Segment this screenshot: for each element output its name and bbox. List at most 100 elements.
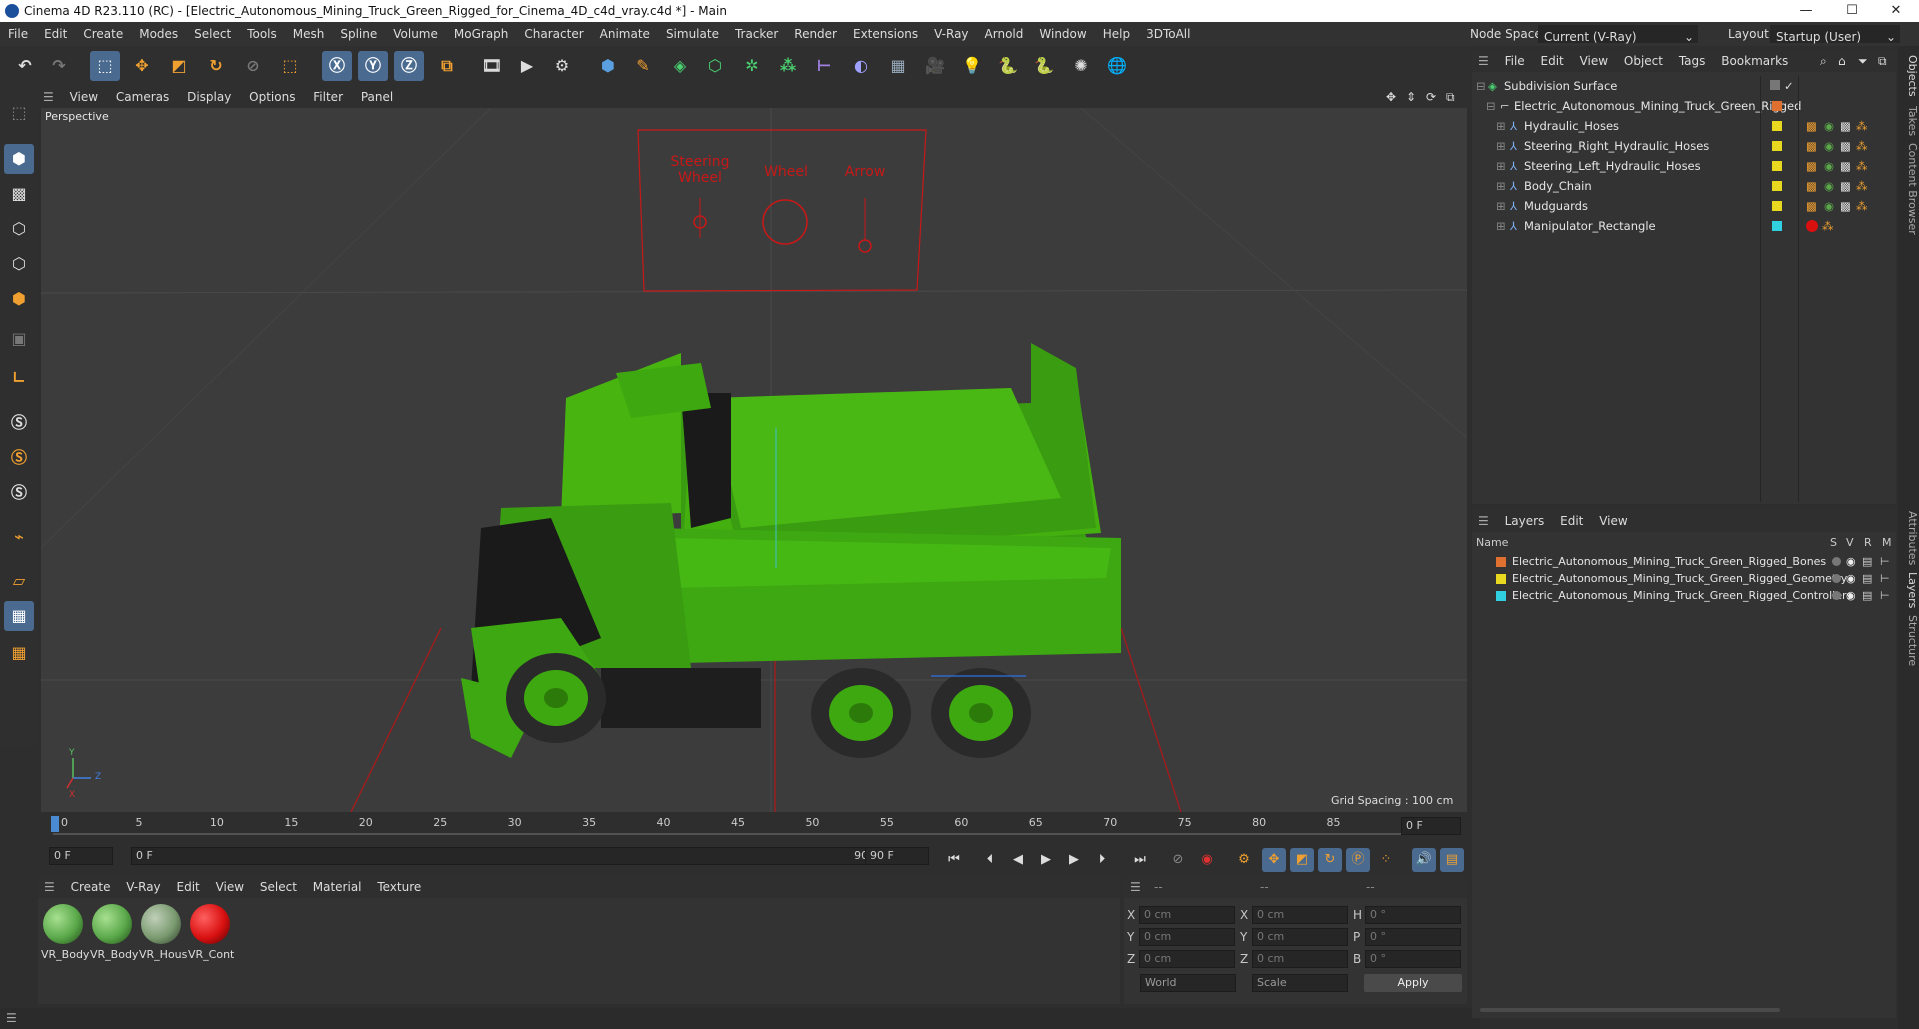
object-menu-edit[interactable]: Edit (1535, 50, 1570, 72)
menu-render[interactable]: Render (786, 22, 845, 46)
solo-column-header[interactable]: S (1830, 536, 1837, 549)
hamburger-icon[interactable]: ☰ (1472, 510, 1495, 532)
hamburger-icon[interactable]: ☰ (6, 1011, 17, 1025)
material-tag-icon[interactable]: ◉ (1824, 176, 1834, 196)
node-space-dropdown[interactable]: Current (V-Ray) ⌄ (1538, 25, 1698, 44)
snap-icon[interactable]: Ⓢ (4, 408, 34, 438)
menu-character[interactable]: Character (516, 22, 591, 46)
previous-key-icon[interactable]: ⏴ (978, 848, 1002, 872)
menu-animate[interactable]: Animate (592, 22, 658, 46)
rot-b-field[interactable]: 0 ° (1365, 950, 1461, 968)
checker-tag-icon[interactable]: ▩ (1840, 196, 1851, 216)
size-y-field[interactable]: 0 cm (1252, 928, 1348, 946)
object-menu-view[interactable]: View (1574, 50, 1614, 72)
autokey-icon[interactable]: ◉ (1195, 848, 1219, 872)
python-generator-icon[interactable]: 🐍 (1029, 51, 1059, 81)
enabled-check-icon[interactable]: ✓ (1784, 76, 1794, 96)
layer-color-swatch[interactable] (1496, 574, 1506, 584)
polygons-mode-icon[interactable]: ⬢ (4, 284, 34, 314)
previous-frame-icon[interactable]: ◀ (1006, 848, 1030, 872)
camera-icon[interactable]: 🎥 (920, 51, 950, 81)
field-icon[interactable]: ◐ (846, 51, 876, 81)
key-scale-icon[interactable]: ◩ (1290, 848, 1314, 872)
coordinate-system-icon[interactable]: ⧉ (432, 51, 462, 81)
pos-z-field[interactable]: 0 cm (1139, 950, 1235, 968)
eye-icon[interactable]: ◉ (1846, 586, 1856, 606)
tag-icon[interactable]: ▩ (1806, 136, 1817, 156)
layer-color-swatch[interactable] (1496, 557, 1506, 567)
menu-edit[interactable]: Edit (36, 22, 75, 46)
go-to-end-icon[interactable]: ⏭ (1128, 848, 1152, 872)
tag-icon[interactable]: ▩ (1806, 156, 1817, 176)
menu-spline[interactable]: Spline (332, 22, 385, 46)
object-menu-file[interactable]: File (1499, 50, 1531, 72)
material-swatch[interactable]: VR_Hous (139, 904, 187, 962)
viewport-menu-view[interactable]: View (63, 86, 105, 108)
viewport-menu-panel[interactable]: Panel (354, 86, 400, 108)
scale-icon[interactable]: ◩ (164, 51, 194, 81)
solo-toggle[interactable] (1832, 557, 1841, 566)
constraint-tag-icon[interactable]: ⁂ (1856, 156, 1868, 176)
edges-mode-icon[interactable]: ⬡ (4, 249, 34, 279)
key-parameter-icon[interactable]: Ⓟ (1346, 848, 1370, 872)
render-icon[interactable]: ▤ (1862, 586, 1872, 606)
layer-color-swatch[interactable] (1772, 161, 1782, 171)
material-tag-icon[interactable] (1806, 220, 1818, 232)
checker-tag-icon[interactable]: ▩ (1840, 156, 1851, 176)
size-x-field[interactable]: 0 cm (1252, 906, 1348, 924)
object-menu-bookmarks[interactable]: Bookmarks (1715, 50, 1794, 72)
snap-workplane-icon[interactable]: Ⓢ (4, 478, 34, 508)
points-mode-icon[interactable]: ⬡ (4, 214, 34, 244)
x-axis-lock-icon[interactable]: Ⓧ (322, 51, 352, 81)
menu-extensions[interactable]: Extensions (845, 22, 926, 46)
tab-content-browser[interactable]: Content Browser (1900, 142, 1919, 236)
expand-icon[interactable]: ⊞ (1496, 196, 1506, 216)
object-row[interactable]: ⊞ ⅄ Hydraulic_Hoses ▩ ◉ ▩ ⁂ (1472, 116, 1896, 136)
filter-icon[interactable]: ⏷ (1858, 50, 1868, 72)
texture-mode-icon[interactable]: ▩ (4, 179, 34, 209)
horizontal-scrollbar[interactable] (1480, 1008, 1780, 1012)
menu-tracker[interactable]: Tracker (727, 22, 786, 46)
checker-tag-icon[interactable]: ▩ (1840, 176, 1851, 196)
rot-h-field[interactable]: 0 ° (1365, 906, 1461, 924)
pos-x-field[interactable]: 0 cm (1139, 906, 1235, 924)
extrude-icon[interactable]: ⬡ (700, 51, 730, 81)
material-swatch[interactable]: VR_Cont (188, 904, 234, 962)
expand-icon[interactable]: ⊞ (1496, 176, 1506, 196)
layer-color-swatch[interactable] (1496, 591, 1506, 601)
keyframe-selection-icon[interactable]: ⚙ (1232, 848, 1256, 872)
menu-simulate[interactable]: Simulate (658, 22, 727, 46)
viewport-menu-cameras[interactable]: Cameras (109, 86, 176, 108)
viewport-rotate-icon[interactable]: ⟳ (1426, 86, 1436, 108)
next-frame-icon[interactable]: ▶ (1062, 848, 1086, 872)
collapse-icon[interactable]: ⊟ (1486, 96, 1496, 116)
scale-mode-dropdown[interactable]: Scale (1252, 974, 1348, 992)
expand-icon[interactable]: ⊞ (1496, 136, 1506, 156)
material-swatch[interactable]: VR_Body (41, 904, 89, 962)
minimize-button[interactable]: — (1783, 0, 1829, 22)
home-icon[interactable]: ⌂ (1838, 50, 1846, 72)
hamburger-icon[interactable]: ☰ (38, 86, 59, 108)
pos-y-field[interactable]: 0 cm (1139, 928, 1235, 946)
material-menu-material[interactable]: Material (307, 876, 368, 898)
menu-window[interactable]: Window (1031, 22, 1094, 46)
subdivision-surface-icon[interactable]: ◈ (665, 51, 695, 81)
close-button[interactable]: ✕ (1873, 0, 1919, 22)
vray-globe-icon[interactable]: 🌐 (1102, 51, 1132, 81)
bend-deformer-icon[interactable]: ⊢ (809, 51, 839, 81)
object-row[interactable]: ⊟ ◈ Subdivision Surface ✓ (1472, 76, 1896, 96)
layer-color-swatch[interactable] (1772, 121, 1782, 131)
selection-tool-icon[interactable]: ⬚ (275, 51, 305, 81)
material-menu-view[interactable]: View (210, 876, 250, 898)
name-column-header[interactable]: Name (1476, 536, 1508, 549)
go-to-start-icon[interactable]: ⏮ (942, 848, 966, 872)
redo-icon[interactable]: ↷ (44, 51, 74, 81)
object-row[interactable]: ⊟ ⌐ Electric_Autonomous_Mining_Truck_Gre… (1472, 96, 1896, 116)
editor-visibility-toggle[interactable] (1770, 80, 1780, 90)
3d-viewport[interactable]: Perspective Steering Wheel Wheel Arrow Y… (41, 108, 1467, 812)
material-tag-icon[interactable]: ◉ (1824, 156, 1834, 176)
layer-color-swatch[interactable] (1772, 101, 1782, 111)
make-editable-icon[interactable]: ⬚ (4, 98, 34, 128)
vray-settings-icon[interactable]: ✺ (1066, 51, 1096, 81)
constraint-tag-icon[interactable]: ⁂ (1856, 176, 1868, 196)
